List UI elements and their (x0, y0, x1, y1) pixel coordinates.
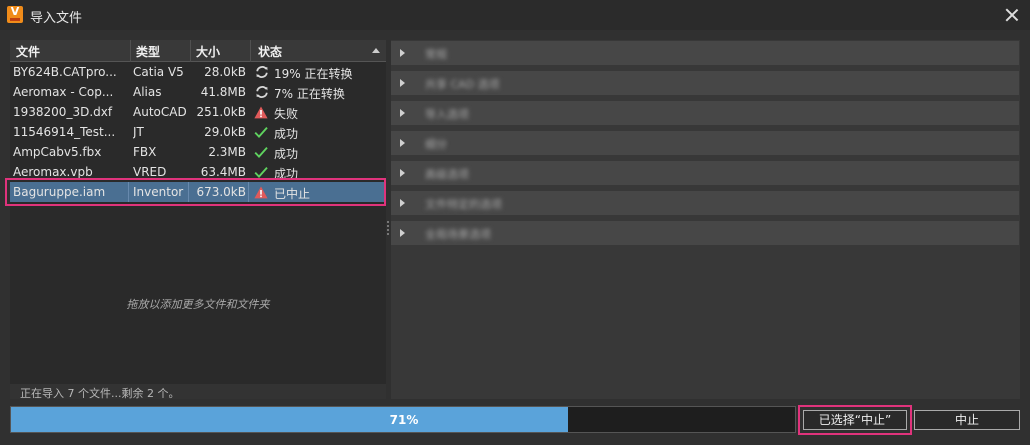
file-name: Aeromax - Cop... (13, 85, 114, 99)
sort-ascending-icon[interactable] (372, 48, 380, 53)
file-size: 63.4MB (200, 165, 246, 179)
file-type: Alias (133, 85, 162, 99)
file-name: AmpCabv5.fbx (13, 145, 102, 159)
table-row[interactable]: BY624B.CATpro... Catia V5 28.0kB 19% 正在转… (10, 62, 386, 82)
expand-arrow-icon (400, 139, 405, 147)
table-header: 文件 类型 大小 状态 (10, 40, 386, 62)
column-header-type[interactable]: 类型 (136, 43, 160, 60)
close-icon[interactable] (1002, 5, 1022, 25)
table-row[interactable]: AmpCabv5.fbx FBX 2.3MB 成功 (10, 142, 386, 162)
section-label: 常规 (425, 48, 447, 61)
import-status-text: 正在导入 7 个文件...剩余 2 个。 (20, 387, 180, 400)
file-type: AutoCAD (133, 105, 187, 119)
table-row[interactable]: 1938200_3D.dxf AutoCAD 251.0kB 失败 (10, 102, 386, 122)
options-panel: 常规 共享 CAD 选项 导入选项 细分 高级选项 文件特定的选项 全局场景选项 (391, 40, 1020, 399)
file-size: 28.0kB (204, 65, 246, 79)
expand-arrow-icon (400, 199, 405, 207)
file-name: Aeromax.vpb (13, 165, 93, 179)
section-label: 细分 (425, 138, 447, 151)
file-status: 成功 (274, 147, 299, 161)
selection-highlight (5, 178, 386, 206)
column-header-size[interactable]: 大小 (196, 43, 220, 60)
file-size: 2.3MB (208, 145, 246, 159)
section-label: 导入选项 (425, 108, 469, 121)
file-type: Catia V5 (133, 65, 184, 79)
expand-arrow-icon (400, 79, 405, 87)
title-bar: 导入文件 (0, 0, 1030, 30)
abort-selected-button[interactable]: 已选择“中止” (803, 410, 907, 430)
table-row[interactable]: Aeromax - Cop... Alias 41.8MB 7% 正在转换 (10, 82, 386, 102)
expand-arrow-icon (400, 109, 405, 117)
file-name: 1938200_3D.dxf (13, 105, 113, 119)
check-icon (254, 125, 268, 139)
section-label: 高级选项 (425, 168, 469, 181)
progress-label: 71% (389, 413, 419, 427)
window-title: 导入文件 (30, 11, 83, 26)
file-type: VRED (133, 165, 167, 179)
refresh-icon (255, 85, 269, 99)
warning-icon (254, 105, 268, 119)
file-status: 失败 (274, 107, 299, 121)
column-divider[interactable] (190, 40, 191, 62)
abort-button[interactable]: 中止 (914, 410, 1020, 430)
section-import-options[interactable]: 导入选项 (391, 101, 1019, 125)
file-type: JT (133, 125, 144, 139)
section-file-specific-options[interactable]: 文件特定的选项 (391, 191, 1019, 215)
drop-hint: 拖放以添加更多文件和文件夹 (126, 298, 270, 311)
file-name: BY624B.CATpro... (13, 65, 117, 79)
import-status-line: 正在导入 7 个文件...剩余 2 个。 (10, 384, 386, 400)
section-general[interactable]: 常规 (391, 41, 1019, 65)
column-header-status[interactable]: 状态 (258, 43, 282, 60)
section-advanced-options[interactable]: 高级选项 (391, 161, 1019, 185)
file-size: 251.0kB (196, 105, 246, 119)
check-icon (254, 165, 268, 179)
table-row[interactable]: 11546914_Test... JT 29.0kB 成功 (10, 122, 386, 142)
file-size: 29.0kB (204, 125, 246, 139)
section-global-scene-options[interactable]: 全局场景选项 (391, 221, 1019, 245)
section-label: 全局场景选项 (425, 228, 491, 241)
file-status: 19% 正在转换 (274, 67, 353, 81)
file-status: 7% 正在转换 (274, 87, 345, 101)
section-shared-cad-options[interactable]: 共享 CAD 选项 (391, 71, 1019, 95)
expand-arrow-icon (400, 169, 405, 177)
column-divider[interactable] (130, 40, 131, 62)
expand-arrow-icon (400, 49, 405, 57)
column-divider[interactable] (250, 40, 251, 62)
refresh-icon (255, 65, 269, 79)
section-label: 共享 CAD 选项 (425, 78, 500, 91)
file-size: 41.8MB (200, 85, 246, 99)
file-name: 11546914_Test... (13, 125, 116, 139)
check-icon (254, 145, 268, 159)
file-list-panel: 文件 类型 大小 状态 BY624B.CATpro... Catia V5 28… (10, 40, 386, 400)
expand-arrow-icon (400, 229, 405, 237)
file-status: 成功 (274, 127, 299, 141)
column-header-file[interactable]: 文件 (16, 43, 40, 60)
app-logo-icon (7, 5, 23, 23)
import-progress-bar: 71% (10, 406, 796, 433)
file-type: FBX (133, 145, 157, 159)
section-label: 文件特定的选项 (425, 198, 502, 211)
section-tessellation[interactable]: 细分 (391, 131, 1019, 155)
